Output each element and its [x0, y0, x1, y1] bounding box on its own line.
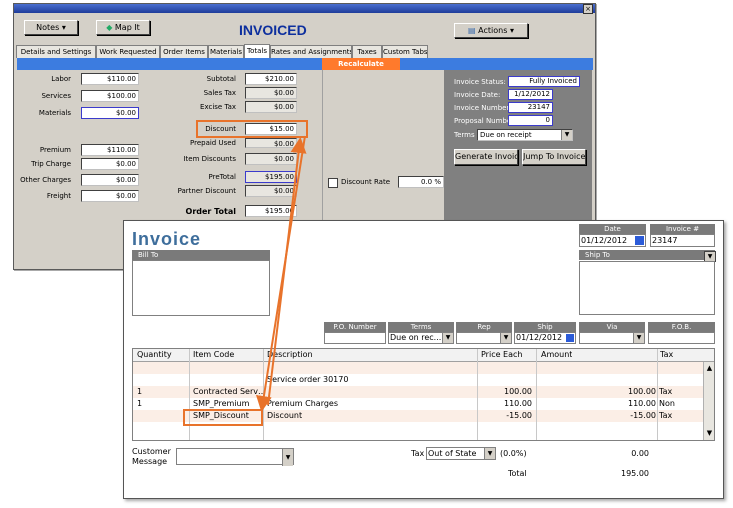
arrow-to-discount: [267, 137, 307, 406]
connector-arrows: [255, 135, 307, 412]
